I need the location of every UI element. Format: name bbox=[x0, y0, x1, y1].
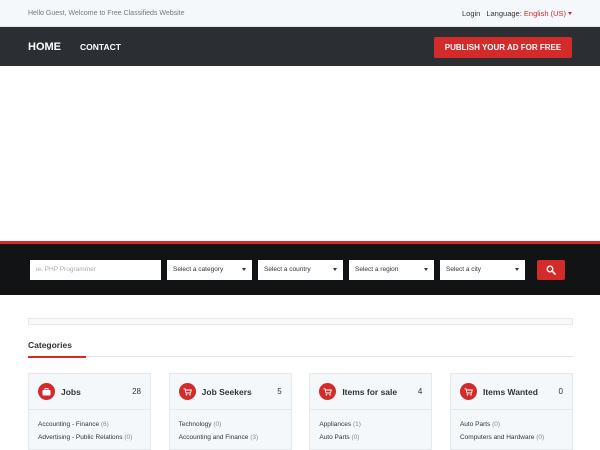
subcategory-list: Accounting - Finance (6) Advertising - P… bbox=[29, 410, 150, 441]
briefcase-icon bbox=[38, 383, 55, 400]
cart-icon bbox=[319, 383, 337, 400]
subcategory-item[interactable]: Appliances (1) bbox=[319, 421, 422, 428]
ad-placeholder-bar bbox=[28, 318, 573, 325]
subcategory-label: Auto Parts bbox=[459, 421, 491, 428]
category-card-header: Items Wanted 0 bbox=[450, 374, 572, 410]
subcategory-count: (6) bbox=[100, 421, 109, 428]
category-card-items-wanted[interactable]: Items Wanted 0 Auto Parts (0) Computers … bbox=[449, 373, 573, 450]
language-label: Language: bbox=[486, 8, 522, 18]
chevron-down-icon bbox=[515, 268, 519, 271]
nav-home[interactable]: HOME bbox=[28, 41, 61, 53]
country-select-value: Select a country bbox=[264, 266, 311, 273]
category-cards: Jobs 28 Accounting - Finance (6) Adverti… bbox=[28, 373, 573, 450]
subcategory-item[interactable]: Technology (0) bbox=[179, 421, 282, 428]
cart-icon bbox=[459, 383, 477, 400]
subcategory-count: (0) bbox=[492, 421, 501, 428]
category-card-header: Items for sale 4 bbox=[310, 374, 432, 410]
category-select-value: Select a category bbox=[173, 266, 224, 273]
top-bar-right: Login Language: English (US) bbox=[462, 9, 572, 18]
search-bar: ie. PHP Programmer Select a category Sel… bbox=[0, 241, 600, 295]
search-button[interactable] bbox=[537, 259, 565, 280]
category-count: 4 bbox=[417, 387, 423, 396]
subcategory-item[interactable]: Accounting and Finance (3) bbox=[179, 434, 282, 441]
language-selector[interactable]: Language: English (US) bbox=[486, 9, 572, 18]
subcategory-item[interactable]: Accounting - Finance (6) bbox=[38, 421, 141, 428]
chevron-down-icon bbox=[424, 268, 428, 271]
country-select[interactable]: Select a country bbox=[258, 259, 343, 280]
subcategory-item[interactable]: Auto Parts (0) bbox=[460, 421, 563, 428]
category-count: 28 bbox=[132, 387, 141, 396]
language-value: English (US) bbox=[523, 8, 566, 18]
subcategory-item[interactable]: Advertising - Public Relations (0) bbox=[38, 434, 141, 441]
category-count: 5 bbox=[277, 387, 282, 396]
section-divider-accent bbox=[28, 355, 86, 358]
category-card-header: Job Seekers 5 bbox=[169, 374, 291, 410]
subcategory-count: (1) bbox=[352, 421, 361, 428]
category-card-header: Jobs 28 bbox=[29, 374, 150, 410]
subcategory-label: Advertising - Public Relations bbox=[38, 434, 123, 441]
category-name: Job Seekers bbox=[201, 386, 252, 397]
subcategory-list: Technology (0) Accounting and Finance (3… bbox=[170, 410, 291, 441]
main-nav: HOME CONTACT PUBLISH YOUR AD FOR FREE bbox=[0, 27, 600, 66]
category-name: Items for sale bbox=[342, 386, 398, 397]
subcategory-label: Accounting and Finance bbox=[178, 434, 249, 441]
login-link[interactable]: Login bbox=[462, 9, 480, 18]
subcategory-count: (0) bbox=[124, 434, 133, 441]
subcategory-list: Auto Parts (0) Computers and Hardware (0… bbox=[451, 410, 572, 441]
cart-icon bbox=[178, 383, 196, 400]
top-bar: Hello Guest, Welcome to Free Classifieds… bbox=[0, 0, 600, 27]
subcategory-label: Computers and Hardware bbox=[459, 434, 535, 441]
hero-area bbox=[0, 66, 600, 241]
subcategory-label: Accounting - Finance bbox=[38, 421, 100, 428]
search-input[interactable]: ie. PHP Programmer bbox=[30, 259, 161, 280]
welcome-text: Hello Guest, Welcome to Free Classifieds… bbox=[28, 9, 185, 17]
category-name: Items Wanted bbox=[482, 386, 538, 397]
subcategory-count: (0) bbox=[536, 434, 545, 441]
category-select[interactable]: Select a category bbox=[167, 259, 252, 280]
category-name: Jobs bbox=[61, 386, 81, 397]
subcategory-list: Appliances (1) Auto Parts (0) bbox=[310, 410, 431, 441]
subcategory-item[interactable]: Auto Parts (0) bbox=[319, 434, 422, 441]
city-select-value: Select a city bbox=[446, 266, 482, 273]
subcategory-item[interactable]: Computers and Hardware (0) bbox=[460, 434, 563, 441]
category-card-items-for-sale[interactable]: Items for sale 4 Appliances (1) Auto Par… bbox=[309, 373, 433, 450]
chevron-down-icon bbox=[333, 268, 337, 271]
region-select-value: Select a region bbox=[355, 266, 399, 273]
category-count: 0 bbox=[558, 387, 563, 396]
category-card-job-seekers[interactable]: Job Seekers 5 Technology (0) Accounting … bbox=[168, 373, 292, 450]
subcategory-label: Auto Parts bbox=[319, 434, 350, 441]
subcategory-count: (3) bbox=[250, 434, 259, 441]
section-divider bbox=[28, 355, 573, 358]
publish-ad-button[interactable]: PUBLISH YOUR AD FOR FREE bbox=[434, 37, 572, 58]
region-select[interactable]: Select a region bbox=[349, 259, 434, 280]
chevron-down-icon bbox=[568, 12, 572, 16]
search-icon bbox=[546, 265, 556, 275]
categories-title: Categories bbox=[28, 340, 72, 350]
subcategory-count: (0) bbox=[351, 434, 360, 441]
category-card-jobs[interactable]: Jobs 28 Accounting - Finance (6) Adverti… bbox=[28, 373, 151, 450]
chevron-down-icon bbox=[242, 268, 246, 271]
nav-contact[interactable]: CONTACT bbox=[80, 42, 121, 52]
subcategory-label: Technology bbox=[178, 421, 212, 428]
city-select[interactable]: Select a city bbox=[440, 259, 525, 280]
subcategory-count: (0) bbox=[213, 421, 222, 428]
subcategory-label: Appliances bbox=[319, 421, 352, 428]
